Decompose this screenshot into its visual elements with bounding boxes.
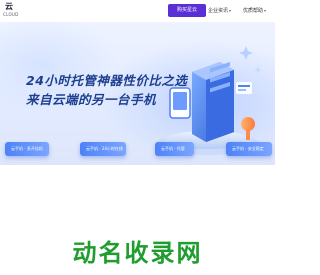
feature-pill[interactable]: 云手机 · 24小时在线: [80, 142, 126, 156]
watermark-text: 动名收录网: [72, 239, 203, 267]
feature-pill[interactable]: 云手机 · 多开挂机: [5, 142, 49, 156]
nav-item-label: 企业资讯: [208, 8, 229, 14]
chevron-down-icon: ▾: [264, 8, 267, 13]
logo-text: 云: [5, 2, 13, 11]
cloud-phone-server-illustration: [156, 46, 262, 155]
logo-subtext: CLOUD: [3, 12, 19, 17]
feature-pill[interactable]: 云手机 · 安全稳定: [226, 142, 272, 156]
nav-item-label: 优质帮助: [243, 8, 264, 14]
top-nav-bar: 云 CLOUD 购买星云 企业资讯▾ 优质帮助▾: [0, 0, 275, 22]
hero-banner[interactable]: 24小时托管神器性价比之选 来自云端的另一台手机 云手机 · 多开挂机 云手机 …: [0, 22, 275, 165]
chevron-down-icon: ▾: [229, 8, 232, 13]
site-logo[interactable]: 云 CLOUD: [3, 2, 33, 18]
feature-pill[interactable]: 云手机 · 托管: [155, 142, 194, 156]
nav-item-help[interactable]: 优质帮助▾: [243, 4, 266, 17]
content-area: 动名收录网: [0, 165, 275, 275]
nav-item-enterprise-news[interactable]: 企业资讯▾: [208, 4, 231, 17]
hero-subheadline: 来自云端的另一台手机: [26, 92, 157, 107]
buy-button[interactable]: 购买星云: [168, 4, 206, 17]
